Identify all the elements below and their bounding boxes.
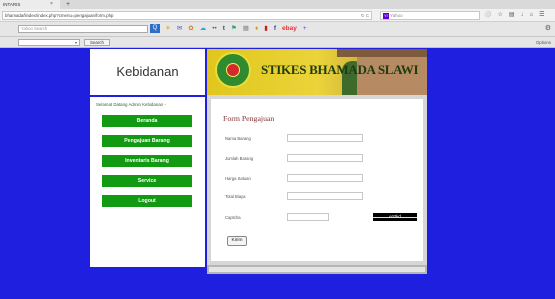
dots-icon[interactable]: ••: [212, 24, 217, 34]
calendar-icon[interactable]: ▦: [243, 24, 249, 34]
weather-icon[interactable]: ☀: [165, 24, 171, 34]
bird-icon[interactable]: ♦: [255, 24, 258, 34]
banner: STIKES BHAMADA SLAWI: [207, 49, 427, 95]
tumblr-icon[interactable]: t: [223, 24, 225, 34]
search-type-select[interactable]: ▾: [18, 39, 80, 46]
chevron-down-icon: ▾: [74, 40, 77, 45]
browser-tab-bar: INTARIS × +: [0, 0, 555, 9]
tab-title: INTARIS: [3, 2, 21, 7]
search-icon[interactable]: Q: [150, 24, 160, 33]
home-icon[interactable]: ⌂: [530, 11, 534, 20]
toolbar-search-placeholder: Yahoo Search: [21, 26, 48, 31]
brand-header: Kebidanan: [90, 49, 205, 95]
field-label-jumlah-barang: Jumlah Barang: [225, 156, 254, 161]
kirim-button[interactable]: Kirim: [227, 236, 247, 246]
field-label-captcha: Captcha: [225, 215, 241, 220]
options-menu[interactable]: Options: [536, 39, 551, 46]
menu-logout[interactable]: Logout: [102, 195, 192, 207]
bookmarks-list-icon[interactable]: ▤: [509, 11, 515, 20]
new-tab-icon[interactable]: +: [66, 0, 70, 9]
field-label-harga-satuan: Harga Satuan: [225, 176, 251, 181]
url-text: bhamada/lindex/index.php?cmenu=pengajuan…: [5, 13, 114, 18]
captcha-image: eStkd: [373, 213, 417, 221]
bookmark-star-icon[interactable]: ☆: [497, 11, 502, 20]
menu-inventaris-barang[interactable]: Inventaris Barang: [102, 155, 192, 167]
browser-search-placeholder: Yahoo: [390, 13, 403, 18]
browser-tab[interactable]: INTARIS ×: [0, 0, 60, 9]
brand-title: Kebidanan: [116, 64, 179, 79]
welcome-text: Selamat Datang Admin Kebidanan -: [96, 102, 166, 107]
nama-barang-input[interactable]: [287, 134, 363, 142]
browser-nav-bar: bhamada/lindex/index.php?cmenu=pengajuan…: [0, 9, 555, 22]
footer-bar: [207, 265, 427, 274]
harga-satuan-input[interactable]: [287, 174, 363, 182]
flower-icon[interactable]: ✿: [188, 24, 193, 34]
content-frame: Form Pengajuan Nama Barang Jumlah Barang…: [207, 95, 427, 265]
options-label: Options: [535, 40, 551, 45]
bookmark-icon[interactable]: ▮: [264, 24, 268, 34]
menu-icon[interactable]: ☰: [539, 11, 544, 20]
close-icon[interactable]: ×: [50, 0, 53, 9]
field-label-nama-barang: Nama Barang: [225, 136, 251, 141]
nav-icons: ⚪ ☆ ▤ ↓ ⌂ ☰: [484, 11, 545, 20]
college-logo: [215, 52, 251, 88]
flag-icon[interactable]: ⚑: [231, 24, 237, 34]
menu-beranda[interactable]: Beranda: [102, 115, 192, 127]
captcha-input[interactable]: [287, 213, 329, 221]
logo-emblem: [226, 63, 240, 77]
reload-icon[interactable]: ↻ C: [361, 12, 369, 19]
browser-search-input[interactable]: Y! Yahoo: [380, 11, 480, 20]
mail-icon[interactable]: ✉: [177, 24, 182, 34]
search-toolbar: ▾ Search Options: [0, 37, 555, 48]
banner-title: STIKES BHAMADA SLAWI: [261, 62, 419, 77]
form-panel: Form Pengajuan Nama Barang Jumlah Barang…: [211, 99, 423, 261]
captcha-noise-line: [373, 217, 417, 218]
gear-icon[interactable]: ⚙: [545, 25, 551, 33]
search-button[interactable]: Search: [84, 39, 110, 46]
addon-toolbar: Yahoo Search Q ☀ ✉ ✿ ☁ •• t ⚑ ▦ ♦ ▮ f eb…: [0, 22, 555, 37]
form-title: Form Pengajuan: [223, 114, 275, 123]
identity-icon[interactable]: ⚪: [484, 11, 491, 20]
jumlah-barang-input[interactable]: [287, 154, 363, 162]
plus-icon[interactable]: +: [303, 24, 307, 34]
toolbar-search-input[interactable]: Yahoo Search: [18, 25, 148, 33]
facebook-icon[interactable]: f: [274, 24, 276, 34]
field-label-total-biaya: Total Biaya: [225, 194, 246, 199]
menu-pengajuan-barang[interactable]: Pengajuan Barang: [102, 135, 192, 147]
url-field[interactable]: bhamada/lindex/index.php?cmenu=pengajuan…: [2, 11, 372, 20]
yahoo-icon: Y!: [383, 12, 389, 19]
ebay-icon[interactable]: ebay: [282, 24, 297, 34]
download-icon[interactable]: ↓: [521, 11, 524, 20]
toolbar-icons: ☀ ✉ ✿ ☁ •• t ⚑ ▦ ♦ ▮ f ebay +: [165, 24, 307, 34]
menu-service[interactable]: Service: [102, 175, 192, 187]
roof-decoration: [337, 49, 427, 57]
sidebar: Selamat Datang Admin Kebidanan - Beranda…: [90, 97, 205, 267]
total-biaya-input[interactable]: [287, 192, 363, 200]
cloud-icon[interactable]: ☁: [200, 24, 207, 34]
